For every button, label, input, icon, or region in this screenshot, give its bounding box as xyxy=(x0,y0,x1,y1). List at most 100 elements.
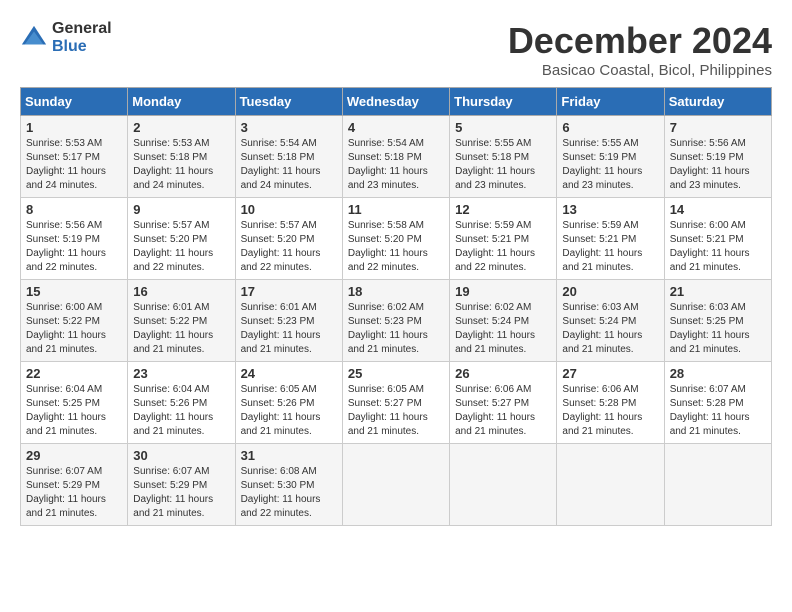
day-number: 1 xyxy=(26,120,122,135)
table-row: 24 Sunrise: 6:05 AMSunset: 5:26 PMDayligh… xyxy=(235,362,342,444)
day-number: 31 xyxy=(241,448,337,463)
day-number: 5 xyxy=(455,120,551,135)
table-row: 3 Sunrise: 5:54 AMSunset: 5:18 PMDaylight… xyxy=(235,116,342,198)
logo-text: General Blue xyxy=(52,20,112,55)
day-info: Sunrise: 6:02 AMSunset: 5:24 PMDaylight:… xyxy=(455,301,551,357)
day-number: 16 xyxy=(133,284,229,299)
day-info: Sunrise: 6:00 AMSunset: 5:21 PMDaylight:… xyxy=(670,219,766,275)
table-row: 13 Sunrise: 5:59 AMSunset: 5:21 PMDayligh… xyxy=(557,198,664,280)
table-row: 25 Sunrise: 6:05 AMSunset: 5:27 PMDayligh… xyxy=(342,362,449,444)
calendar-week-row: 15Sunrise: 6:00 AMSunset: 5:22 PMDayligh… xyxy=(21,280,772,362)
table-row: 10 Sunrise: 5:57 AMSunset: 5:20 PMDayligh… xyxy=(235,198,342,280)
day-number: 29 xyxy=(26,448,122,463)
day-info: Sunrise: 6:01 AMSunset: 5:22 PMDaylight:… xyxy=(133,301,229,357)
table-row: 21 Sunrise: 6:03 AMSunset: 5:25 PMDayligh… xyxy=(664,280,771,362)
table-row: 31 Sunrise: 6:08 AMSunset: 5:30 PMDayligh… xyxy=(235,444,342,526)
day-info: Sunrise: 6:03 AMSunset: 5:25 PMDaylight:… xyxy=(670,301,766,357)
logo: General Blue xyxy=(20,20,112,55)
day-info: Sunrise: 6:05 AMSunset: 5:26 PMDaylight:… xyxy=(241,383,337,439)
table-row: 23Sunrise: 6:04 AMSunset: 5:26 PMDayligh… xyxy=(128,362,235,444)
table-row: 5 Sunrise: 5:55 AMSunset: 5:18 PMDaylight… xyxy=(450,116,557,198)
table-row: 8Sunrise: 5:56 AMSunset: 5:19 PMDaylight… xyxy=(21,198,128,280)
day-info: Sunrise: 6:02 AMSunset: 5:23 PMDaylight:… xyxy=(348,301,444,357)
table-row: 11Sunrise: 5:58 AMSunset: 5:20 PMDayligh… xyxy=(342,198,449,280)
table-row: 9 Sunrise: 5:57 AMSunset: 5:20 PMDaylight… xyxy=(128,198,235,280)
month-title: December 2024 xyxy=(508,20,772,62)
table-row: 7Sunrise: 5:56 AMSunset: 5:19 PMDaylight… xyxy=(664,116,771,198)
day-info: Sunrise: 6:08 AMSunset: 5:30 PMDaylight:… xyxy=(241,465,337,521)
day-info: Sunrise: 5:58 AMSunset: 5:20 PMDaylight:… xyxy=(348,219,444,275)
day-info: Sunrise: 5:57 AMSunset: 5:20 PMDaylight:… xyxy=(133,219,229,275)
logo-blue: Blue xyxy=(52,38,112,56)
calendar-week-row: 1 Sunrise: 5:53 AMSunset: 5:17 PMDaylight… xyxy=(21,116,772,198)
day-number: 12 xyxy=(455,202,551,217)
table-row: 17 Sunrise: 6:01 AMSunset: 5:23 PMDayligh… xyxy=(235,280,342,362)
day-number: 28 xyxy=(670,366,766,381)
day-info: Sunrise: 5:55 AMSunset: 5:18 PMDaylight:… xyxy=(455,137,551,193)
col-thursday: Thursday xyxy=(450,88,557,116)
day-number: 6 xyxy=(562,120,658,135)
day-number: 4 xyxy=(348,120,444,135)
day-number: 18 xyxy=(348,284,444,299)
table-row: 26 Sunrise: 6:06 AMSunset: 5:27 PMDayligh… xyxy=(450,362,557,444)
day-number: 10 xyxy=(241,202,337,217)
day-info: Sunrise: 5:54 AMSunset: 5:18 PMDaylight:… xyxy=(348,137,444,193)
day-number: 3 xyxy=(241,120,337,135)
day-number: 2 xyxy=(133,120,229,135)
day-info: Sunrise: 6:06 AMSunset: 5:28 PMDaylight:… xyxy=(562,383,658,439)
day-info: Sunrise: 6:07 AMSunset: 5:28 PMDaylight:… xyxy=(670,383,766,439)
day-info: Sunrise: 5:54 AMSunset: 5:18 PMDaylight:… xyxy=(241,137,337,193)
col-sunday: Sunday xyxy=(21,88,128,116)
day-number: 17 xyxy=(241,284,337,299)
calendar-week-row: 29 Sunrise: 6:07 AMSunset: 5:29 PMDayligh… xyxy=(21,444,772,526)
logo-general: General xyxy=(52,20,112,38)
day-info: Sunrise: 5:53 AMSunset: 5:18 PMDaylight:… xyxy=(133,137,229,193)
day-info: Sunrise: 6:06 AMSunset: 5:27 PMDaylight:… xyxy=(455,383,551,439)
calendar-table: Sunday Monday Tuesday Wednesday Thursday… xyxy=(20,87,772,526)
day-info: Sunrise: 6:03 AMSunset: 5:24 PMDaylight:… xyxy=(562,301,658,357)
table-row xyxy=(557,444,664,526)
table-row: 14Sunrise: 6:00 AMSunset: 5:21 PMDayligh… xyxy=(664,198,771,280)
day-number: 22 xyxy=(26,366,122,381)
day-info: Sunrise: 5:59 AMSunset: 5:21 PMDaylight:… xyxy=(455,219,551,275)
table-row: 30Sunrise: 6:07 AMSunset: 5:29 PMDayligh… xyxy=(128,444,235,526)
day-number: 13 xyxy=(562,202,658,217)
day-info: Sunrise: 6:01 AMSunset: 5:23 PMDaylight:… xyxy=(241,301,337,357)
day-number: 20 xyxy=(562,284,658,299)
day-number: 26 xyxy=(455,366,551,381)
page-header: General Blue December 2024 Basicao Coast… xyxy=(20,20,772,79)
table-row: 22 Sunrise: 6:04 AMSunset: 5:25 PMDayligh… xyxy=(21,362,128,444)
col-friday: Friday xyxy=(557,88,664,116)
day-info: Sunrise: 6:07 AMSunset: 5:29 PMDaylight:… xyxy=(26,465,122,521)
table-row: 29 Sunrise: 6:07 AMSunset: 5:29 PMDayligh… xyxy=(21,444,128,526)
day-info: Sunrise: 6:04 AMSunset: 5:25 PMDaylight:… xyxy=(26,383,122,439)
day-number: 25 xyxy=(348,366,444,381)
day-info: Sunrise: 6:04 AMSunset: 5:26 PMDaylight:… xyxy=(133,383,229,439)
table-row: 15Sunrise: 6:00 AMSunset: 5:22 PMDayligh… xyxy=(21,280,128,362)
table-row: 28 Sunrise: 6:07 AMSunset: 5:28 PMDayligh… xyxy=(664,362,771,444)
day-info: Sunrise: 5:59 AMSunset: 5:21 PMDaylight:… xyxy=(562,219,658,275)
day-number: 30 xyxy=(133,448,229,463)
table-row: 12 Sunrise: 5:59 AMSunset: 5:21 PMDayligh… xyxy=(450,198,557,280)
day-number: 21 xyxy=(670,284,766,299)
day-info: Sunrise: 5:53 AMSunset: 5:17 PMDaylight:… xyxy=(26,137,122,193)
table-row: 2 Sunrise: 5:53 AMSunset: 5:18 PMDaylight… xyxy=(128,116,235,198)
day-number: 19 xyxy=(455,284,551,299)
title-block: December 2024 Basicao Coastal, Bicol, Ph… xyxy=(508,20,772,79)
table-row xyxy=(664,444,771,526)
table-row: 4 Sunrise: 5:54 AMSunset: 5:18 PMDaylight… xyxy=(342,116,449,198)
day-info: Sunrise: 6:05 AMSunset: 5:27 PMDaylight:… xyxy=(348,383,444,439)
calendar-header-row: Sunday Monday Tuesday Wednesday Thursday… xyxy=(21,88,772,116)
day-number: 27 xyxy=(562,366,658,381)
table-row xyxy=(450,444,557,526)
location: Basicao Coastal, Bicol, Philippines xyxy=(508,62,772,79)
col-saturday: Saturday xyxy=(664,88,771,116)
day-info: Sunrise: 5:56 AMSunset: 5:19 PMDaylight:… xyxy=(670,137,766,193)
day-number: 9 xyxy=(133,202,229,217)
logo-icon xyxy=(20,24,48,52)
day-number: 24 xyxy=(241,366,337,381)
table-row: 6Sunrise: 5:55 AMSunset: 5:19 PMDaylight… xyxy=(557,116,664,198)
day-info: Sunrise: 5:57 AMSunset: 5:20 PMDaylight:… xyxy=(241,219,337,275)
table-row: 18 Sunrise: 6:02 AMSunset: 5:23 PMDayligh… xyxy=(342,280,449,362)
table-row: 27 Sunrise: 6:06 AMSunset: 5:28 PMDayligh… xyxy=(557,362,664,444)
